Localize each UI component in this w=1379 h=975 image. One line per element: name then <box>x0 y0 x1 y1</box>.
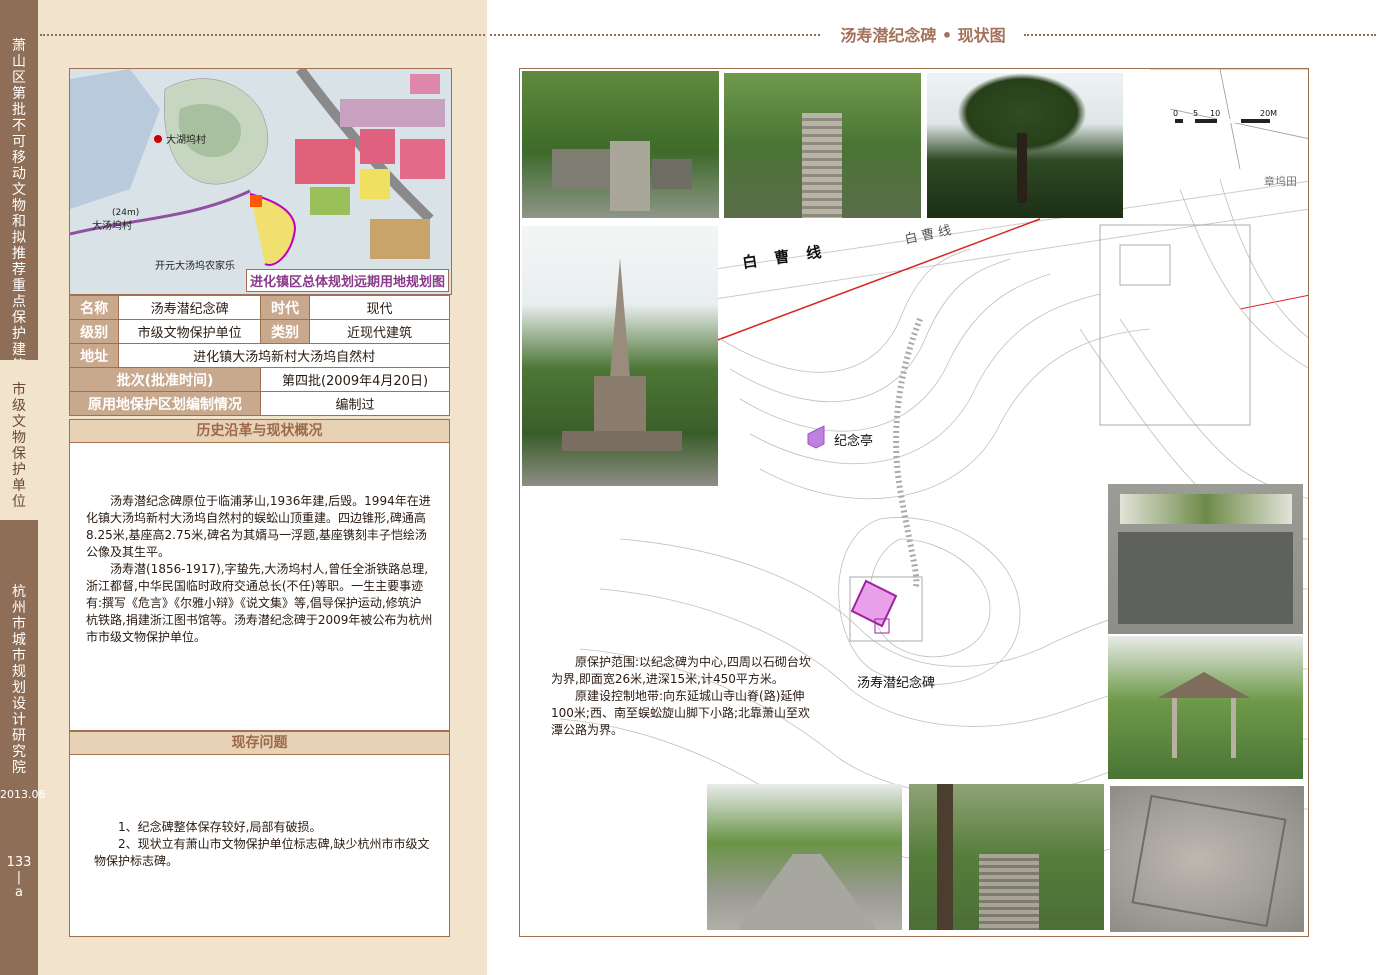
spine-series-title: 萧山区第批不可移动文物和拟推荐重点保护建筑用地规划— <box>0 0 38 454</box>
place-label: 章坞田 <box>1264 175 1297 188</box>
name-label: 名称 <box>68 295 120 320</box>
level-value: 市级文物保护单位 <box>118 319 261 344</box>
scale-label-10: 10 <box>1210 109 1220 118</box>
photo-tree-lined-stairs <box>909 784 1104 930</box>
protection-note: 原保护范围:以纪念碑为中心,四周以石砌台坎为界,即面宽26米,进深15米,计45… <box>551 654 813 739</box>
location-map-graphic: 大湖坞村 大汤坞村 开元大汤坞农家乐 (24m) <box>70 69 451 294</box>
issues-paragraph-2: 2、现状立有萧山市文物保护单位标志碑,缺少杭州市市级文物保护标志碑。 <box>94 837 430 868</box>
spine-category: 市级文物保护单位 <box>0 360 38 520</box>
type-label: 类别 <box>260 319 310 344</box>
history-paragraph-1: 汤寿潜纪念碑原位于临浦茅山,1936年建,后毁。1994年在进化镇大汤坞新村大汤… <box>86 494 431 559</box>
header-dots-left <box>40 34 485 36</box>
page-suffix: a <box>15 885 23 900</box>
history-paragraph-2: 汤寿潜(1856-1917),字蛰先,大汤坞村人,曾任全浙铁路总理,浙江都督,中… <box>86 562 433 644</box>
spine-page-number: 133 | a <box>0 855 38 900</box>
page-number: 133 <box>6 855 32 870</box>
level-label: 级别 <box>68 319 120 344</box>
address-value: 进化镇大汤坞新村大汤坞自然村 <box>118 343 450 368</box>
page-title: 汤寿潜纪念碑 • 现状图 <box>828 22 1018 46</box>
photo-stone-stairway <box>724 73 921 218</box>
history-heading: 历史沿革与现状概况 <box>69 419 450 443</box>
photo-paved-path <box>707 784 902 930</box>
protection-range-text: 原保护范围:以纪念碑为中心,四周以石砌台坎为界,即面宽26米,进深15米,计45… <box>551 655 811 686</box>
photo-steps-stone-tablets <box>522 71 719 218</box>
map-label-road-width: (24m) <box>112 208 139 218</box>
photo-old-tree <box>927 73 1123 218</box>
plan-value: 编制过 <box>260 391 450 416</box>
type-value: 近现代建筑 <box>309 319 450 344</box>
photo-stone-tablet-inscription <box>1108 484 1303 634</box>
scale-label-20m: 20M <box>1260 109 1277 118</box>
issues-heading: 现存问题 <box>69 731 450 755</box>
page-separator: | <box>16 870 22 885</box>
header-dots-right <box>1024 34 1376 36</box>
monument-label: 汤寿潜纪念碑 <box>857 676 936 691</box>
pavilion-label: 纪念亭 <box>834 434 874 449</box>
photo-memorial-pavilion <box>1108 636 1303 779</box>
map-label-farm: 开元大汤坞农家乐 <box>155 259 235 272</box>
header-dots-mid <box>490 34 820 36</box>
scale-label-0: 0 <box>1173 109 1178 118</box>
map-label-village2: 大汤坞村 <box>92 219 132 232</box>
era-value: 现代 <box>309 295 450 320</box>
construction-control-text: 原建设控制地带:向东延城山寺山脊(路)延伸100米;西、南至蜈蚣旋山脚下小路;北… <box>551 689 810 737</box>
info-table: 名称 汤寿潜纪念碑 时代 现代 级别 市级文物保护单位 类别 近现代建筑 地址 … <box>68 295 450 416</box>
batch-value: 第四批(2009年4月20日) <box>260 367 450 392</box>
batch-label: 批次(批准时间) <box>69 367 261 392</box>
spine-institute: 杭州市城市规划设计研究院 <box>0 520 38 975</box>
era-label: 时代 <box>260 295 310 320</box>
scale-label-5: 5 <box>1193 109 1198 118</box>
spine-category-text: 市级文物保护单位 <box>12 382 26 510</box>
spine-institute-text: 杭州市城市规划设计研究院 <box>12 584 26 776</box>
photo-obelisk-monument <box>522 226 718 486</box>
issues-body: 1、纪念碑整体保存较好,局部有破损。 2、现状立有萧山市文物保护单位标志碑,缺少… <box>69 755 450 937</box>
issues-paragraph-1: 1、纪念碑整体保存较好,局部有破损。 <box>118 820 322 834</box>
location-map: 大湖坞村 大汤坞村 开元大汤坞农家乐 (24m) 进化镇区总体规划远期用地规划图 <box>69 68 452 295</box>
plan-label: 原用地保护区划编制情况 <box>69 391 261 416</box>
address-label: 地址 <box>68 343 120 368</box>
map-label-village1: 大湖坞村 <box>166 133 206 146</box>
location-map-caption: 进化镇区总体规划远期用地规划图 <box>245 269 449 292</box>
history-body: 汤寿潜纪念碑原位于临浦茅山,1936年建,后毁。1994年在进化镇大汤坞新村大汤… <box>69 443 450 731</box>
photo-relief-carving <box>1110 786 1304 932</box>
spine-date: 2013.06 <box>0 788 46 801</box>
name-value: 汤寿潜纪念碑 <box>118 295 261 320</box>
